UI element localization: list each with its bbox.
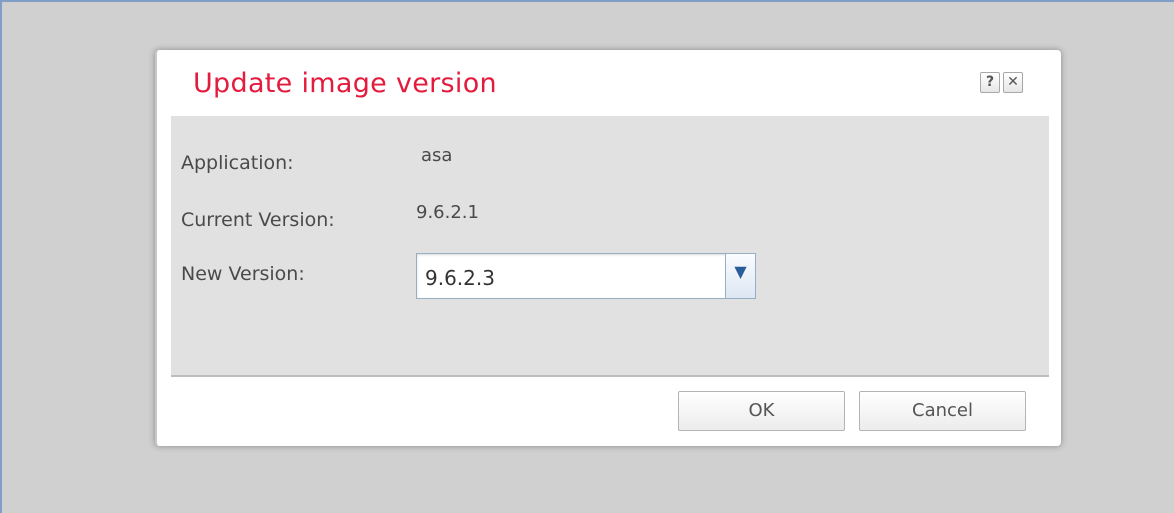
chevron-down-icon[interactable]: ▼ bbox=[725, 254, 755, 298]
new-version-select[interactable]: 9.6.2.3 ▼ bbox=[416, 253, 756, 299]
current-version-value: 9.6.2.1 bbox=[416, 202, 479, 223]
dialog-header: Update image version ? ✕ bbox=[171, 50, 1051, 116]
ok-button[interactable]: OK bbox=[678, 391, 845, 431]
dialog-footer: OK Cancel bbox=[171, 377, 1049, 444]
new-version-selected-value: 9.6.2.3 bbox=[425, 266, 495, 290]
help-button[interactable]: ? bbox=[980, 72, 1000, 93]
dialog-body: Application: asa Current Version: 9.6.2.… bbox=[171, 116, 1049, 377]
new-version-label: New Version: bbox=[181, 263, 305, 285]
update-image-version-dialog: Update image version ? ✕ Application: as… bbox=[155, 50, 1061, 446]
help-icon: ? bbox=[985, 74, 995, 90]
close-icon: ✕ bbox=[1007, 74, 1019, 90]
application-label: Application: bbox=[181, 152, 294, 174]
application-value: asa bbox=[421, 145, 453, 166]
cancel-button[interactable]: Cancel bbox=[859, 391, 1026, 431]
close-button[interactable]: ✕ bbox=[1003, 72, 1023, 93]
current-version-label: Current Version: bbox=[181, 209, 335, 231]
dialog-title: Update image version bbox=[193, 68, 497, 99]
